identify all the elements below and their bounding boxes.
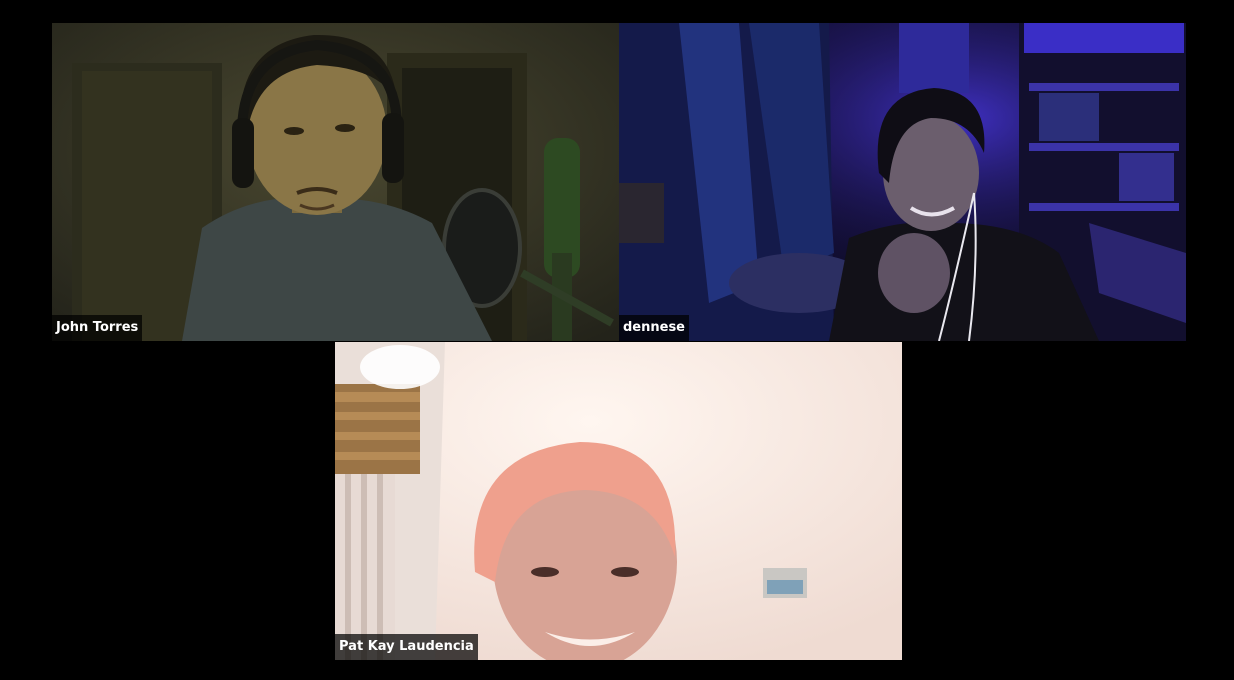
participant-name-label: Pat Kay Laudencia [335,634,478,660]
participant-name-label: dennese [619,315,690,341]
participant-video-tile[interactable]: John Torres [52,23,619,341]
participant-video-feed [335,342,902,660]
participant-video-feed [52,23,619,341]
participant-video-tile[interactable]: dennese [619,23,1186,341]
participant-name-label: John Torres [52,315,143,341]
video-call-gallery: John Torres dennese Pat Kay Laudencia [0,0,1234,680]
participant-video-tile[interactable]: Pat Kay Laudencia [335,342,902,660]
participant-video-feed [619,23,1186,341]
